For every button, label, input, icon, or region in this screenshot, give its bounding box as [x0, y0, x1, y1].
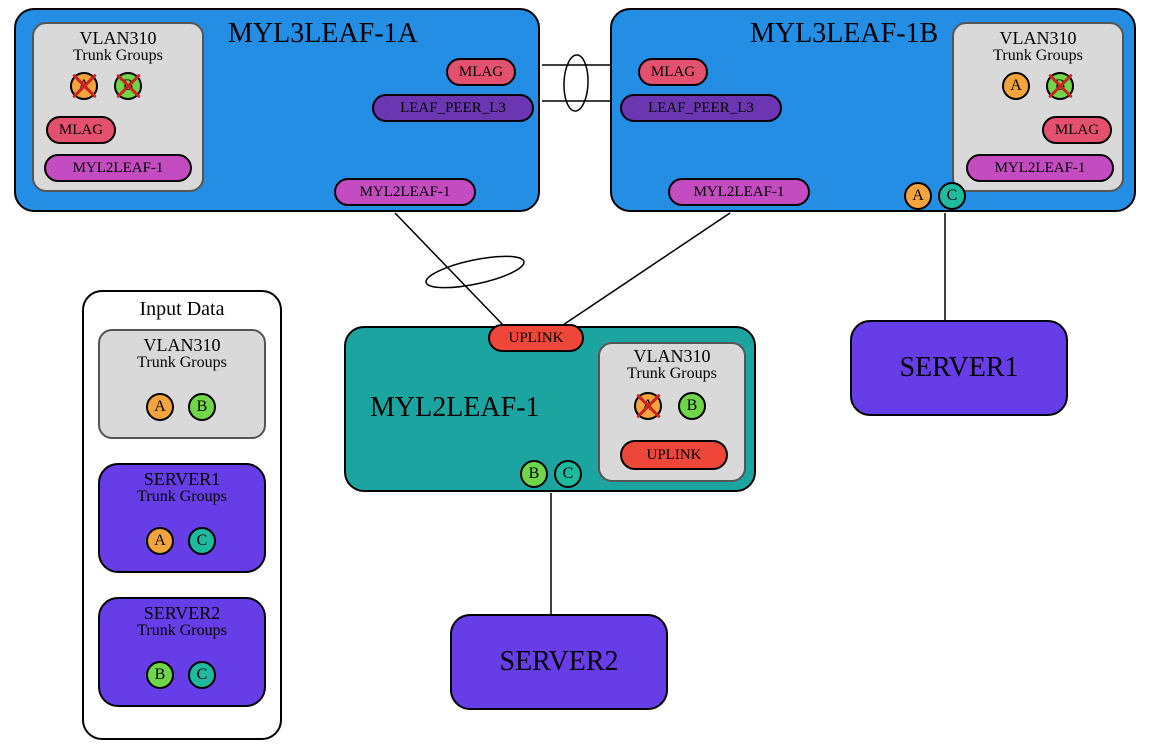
pill-myl2leaf: MYL2LEAF-1 — [668, 178, 810, 206]
vlan-sub: Trunk Groups — [600, 365, 744, 383]
vlan-title: VLAN310 — [954, 28, 1122, 49]
pill-A: A — [1002, 72, 1030, 100]
server2: SERVER2 — [450, 614, 668, 710]
pill-A: A — [904, 182, 932, 210]
pill-mlag: MLAG — [638, 58, 708, 86]
l2leaf-title: MYL2LEAF-1 — [370, 392, 540, 424]
vlan-title: VLAN310 — [100, 335, 264, 356]
server2-title: SERVER2 — [499, 646, 618, 678]
server1-title: SERVER1 — [899, 352, 1018, 384]
s2-title: SERVER2 — [100, 603, 264, 624]
pill-C: C — [938, 182, 966, 210]
pill-leaf-peer: LEAF_PEER_L3 — [372, 94, 534, 122]
s1-sub: Trunk Groups — [100, 488, 264, 506]
input-data-panel: Input Data VLAN310 Trunk Groups A B SERV… — [82, 290, 282, 740]
vlan-title: VLAN310 — [600, 346, 744, 367]
input-data-title: Input Data — [84, 298, 280, 321]
l2leaf: MYL2LEAF-1 UPLINK VLAN310 Trunk Groups A… — [344, 326, 756, 492]
pill-myl2leaf: MYL2LEAF-1 — [334, 178, 476, 206]
diagram-canvas: MYL3LEAF-1A VLAN310 Trunk Groups A B MLA… — [0, 0, 1155, 756]
pill-A: A — [146, 393, 174, 421]
pill-A: A — [70, 72, 98, 100]
pill-B: B — [188, 393, 216, 421]
legend-vlan: VLAN310 Trunk Groups A B — [98, 329, 266, 439]
pill-leaf-peer: LEAF_PEER_L3 — [620, 94, 782, 122]
server1: SERVER1 — [850, 320, 1068, 416]
pill-A: A — [146, 527, 174, 555]
leaf-1b-title: MYL3LEAF-1B — [750, 18, 938, 50]
pill-B: B — [1046, 72, 1074, 100]
s2-sub: Trunk Groups — [100, 622, 264, 640]
leaf-1a-vlan-panel: VLAN310 Trunk Groups A B MLAG MYL2LEAF-1 — [32, 22, 204, 192]
pill-B: B — [114, 72, 142, 100]
legend-server1: SERVER1 Trunk Groups A C — [98, 463, 266, 573]
pill-mlag: MLAG — [46, 116, 116, 144]
leaf-1b-vlan-panel: VLAN310 Trunk Groups A B MLAG MYL2LEAF-1 — [952, 22, 1124, 192]
pill-C: C — [188, 527, 216, 555]
pill-C: C — [554, 460, 582, 488]
pill-B: B — [146, 661, 174, 689]
pill-uplink: UPLINK — [488, 324, 584, 352]
vlan-sub: Trunk Groups — [954, 47, 1122, 65]
legend-server2: SERVER2 Trunk Groups B C — [98, 597, 266, 707]
pill-A: A — [634, 392, 662, 420]
pill-myl2leaf: MYL2LEAF-1 — [966, 154, 1114, 182]
vlan-sub: Trunk Groups — [100, 354, 264, 372]
pill-C: C — [188, 661, 216, 689]
pill-mlag: MLAG — [1042, 116, 1112, 144]
vlan-title: VLAN310 — [34, 28, 202, 49]
pill-B: B — [520, 460, 548, 488]
leaf-1b: MYL3LEAF-1B VLAN310 Trunk Groups A B MLA… — [610, 8, 1136, 212]
s1-title: SERVER1 — [100, 469, 264, 490]
pill-uplink: UPLINK — [620, 440, 728, 470]
vlan-sub: Trunk Groups — [34, 47, 202, 65]
pill-myl2leaf: MYL2LEAF-1 — [44, 154, 192, 182]
leaf-1a: MYL3LEAF-1A VLAN310 Trunk Groups A B MLA… — [14, 8, 540, 212]
leaf-1a-title: MYL3LEAF-1A — [228, 18, 418, 50]
pill-B: B — [678, 392, 706, 420]
pill-mlag: MLAG — [446, 58, 516, 86]
l2leaf-vlan-panel: VLAN310 Trunk Groups A B UPLINK — [598, 342, 746, 482]
